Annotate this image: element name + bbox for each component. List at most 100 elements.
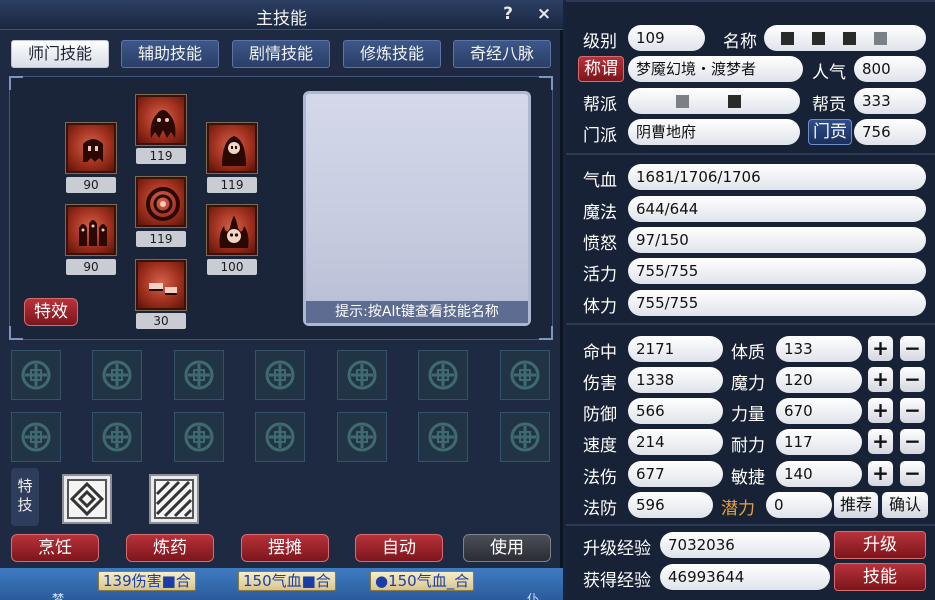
rage-label: 愤怒 <box>583 234 617 254</box>
skill-level-badge: 119 <box>207 177 257 193</box>
slot-emblem-icon <box>102 360 132 390</box>
title-button[interactable]: 称谓 <box>578 56 624 82</box>
slot-emblem-icon <box>347 360 377 390</box>
close-icon[interactable]: × <box>533 3 555 25</box>
auto-button[interactable]: 自动 <box>355 534 443 562</box>
empty-skill-slot[interactable] <box>418 350 468 400</box>
agility-label: 敏捷 <box>731 468 765 488</box>
empty-skill-slot[interactable] <box>500 412 550 462</box>
skull-fire-icon[interactable] <box>207 205 257 255</box>
mp-label: 魔法 <box>583 203 617 223</box>
tab-cultivation-skills[interactable]: 修炼技能 <box>343 40 441 68</box>
empty-skill-slot[interactable] <box>92 412 142 462</box>
alchemy-button[interactable]: 炼药 <box>126 534 214 562</box>
section-divider <box>566 524 935 526</box>
gained-exp-label: 获得经验 <box>583 571 651 591</box>
skills-button[interactable]: 技能 <box>834 563 926 591</box>
speed-label: 速度 <box>583 436 617 456</box>
endurance-plus-button[interactable]: + <box>868 429 893 454</box>
ghost-flame-icon[interactable] <box>136 95 186 145</box>
tab-story-skills[interactable]: 剧情技能 <box>232 40 330 68</box>
endurance-minus-button[interactable]: − <box>900 429 925 454</box>
special-skill-text: 特技 <box>17 477 33 514</box>
empty-skill-slot[interactable] <box>255 412 305 462</box>
slot-emblem-icon <box>265 422 295 452</box>
hooded-reaper-icon[interactable] <box>207 123 257 173</box>
skill-window-titlebar[interactable]: 主技能 ? × <box>0 0 563 30</box>
popularity-label: 人气 <box>812 63 846 83</box>
slot-emblem-icon <box>184 422 214 452</box>
slot-emblem-icon <box>510 422 540 452</box>
constitution-plus-button[interactable]: + <box>868 336 893 361</box>
speed-value: 214 <box>628 429 723 455</box>
strength-minus-button[interactable]: − <box>900 398 925 423</box>
recommend-button[interactable]: 推荐 <box>834 492 878 518</box>
magic-plus-button[interactable]: + <box>868 367 893 392</box>
redaction-block <box>676 95 689 108</box>
constitution-value: 133 <box>776 336 862 362</box>
ghost-hands-icon[interactable] <box>66 123 116 173</box>
chat-chip[interactable]: 139伤害■合 <box>98 571 196 591</box>
accuracy-label: 命中 <box>583 343 617 363</box>
confirm-button[interactable]: 确认 <box>882 492 928 518</box>
mp-value: 644/644 <box>628 196 926 222</box>
shoe-icon[interactable] <box>136 260 186 310</box>
empty-skill-slot[interactable] <box>337 350 387 400</box>
popularity-value: 800 <box>854 56 926 82</box>
help-icon[interactable]: ? <box>497 3 519 25</box>
tab-meridians[interactable]: 奇经八脉 <box>453 40 551 68</box>
ring-seal-icon[interactable] <box>136 177 186 227</box>
stamina-value: 755/755 <box>628 290 926 316</box>
diamond-pattern-icon[interactable] <box>62 474 112 524</box>
empty-skill-slot[interactable] <box>418 412 468 462</box>
stall-button[interactable]: 摆摊 <box>241 534 329 562</box>
school-contribution-value: 756 <box>854 119 926 145</box>
level-up-button[interactable]: 升级 <box>834 531 926 559</box>
special-skill-label: 特技 <box>11 468 39 526</box>
slot-emblem-icon <box>510 360 540 390</box>
school-value: 阴曹地府 <box>628 119 800 145</box>
empty-skill-slot[interactable] <box>92 350 142 400</box>
agility-minus-button[interactable]: − <box>900 461 925 486</box>
school-contribution-button[interactable]: 门贡 <box>808 119 852 145</box>
hp-value: 1681/1706/1706 <box>628 164 926 190</box>
chat-chip[interactable]: 150气血■合 <box>238 571 336 591</box>
strength-plus-button[interactable]: + <box>868 398 893 423</box>
stripes-pattern-icon[interactable] <box>149 474 199 524</box>
magic-label: 魔力 <box>731 374 765 394</box>
constitution-label: 体质 <box>731 343 765 363</box>
skill-preview-panel: 提示:按Alt键查看技能名称 <box>303 91 531 326</box>
skill-tabs: 师门技能 辅助技能 剧情技能 修炼技能 奇经八脉 <box>11 40 551 68</box>
school-label: 门派 <box>583 126 617 146</box>
empty-skill-slot[interactable] <box>174 350 224 400</box>
ghost-trio-icon[interactable] <box>66 205 116 255</box>
section-divider <box>566 323 935 325</box>
contribution-label: 帮贡 <box>812 95 846 115</box>
effects-button[interactable]: 特效 <box>24 298 78 326</box>
agility-plus-button[interactable]: + <box>868 461 893 486</box>
constitution-minus-button[interactable]: − <box>900 336 925 361</box>
magic-minus-button[interactable]: − <box>900 367 925 392</box>
damage-value: 1338 <box>628 367 723 393</box>
empty-skill-slot[interactable] <box>174 412 224 462</box>
redaction-block <box>781 32 794 45</box>
chat-chip[interactable]: ●150气血_合 <box>370 571 475 591</box>
empty-skill-slot[interactable] <box>500 350 550 400</box>
empty-skill-slot[interactable] <box>11 350 61 400</box>
slot-emblem-icon <box>428 422 458 452</box>
vitality-value: 755/755 <box>628 258 926 284</box>
window-title: 主技能 <box>256 9 307 29</box>
tab-support-skills[interactable]: 辅助技能 <box>121 40 219 68</box>
hp-label: 气血 <box>583 171 617 191</box>
empty-skill-slot[interactable] <box>255 350 305 400</box>
endurance-value: 117 <box>776 429 862 455</box>
cooking-button[interactable]: 烹饪 <box>11 534 99 562</box>
empty-skill-slot[interactable] <box>11 412 61 462</box>
contribution-value: 333 <box>854 88 926 114</box>
empty-skill-slot[interactable] <box>337 412 387 462</box>
agility-value: 140 <box>776 461 862 487</box>
use-button[interactable]: 使用 <box>463 534 551 562</box>
slot-emblem-icon <box>265 360 295 390</box>
tab-school-skills[interactable]: 师门技能 <box>11 40 109 68</box>
magic-defense-label: 法防 <box>583 499 617 519</box>
